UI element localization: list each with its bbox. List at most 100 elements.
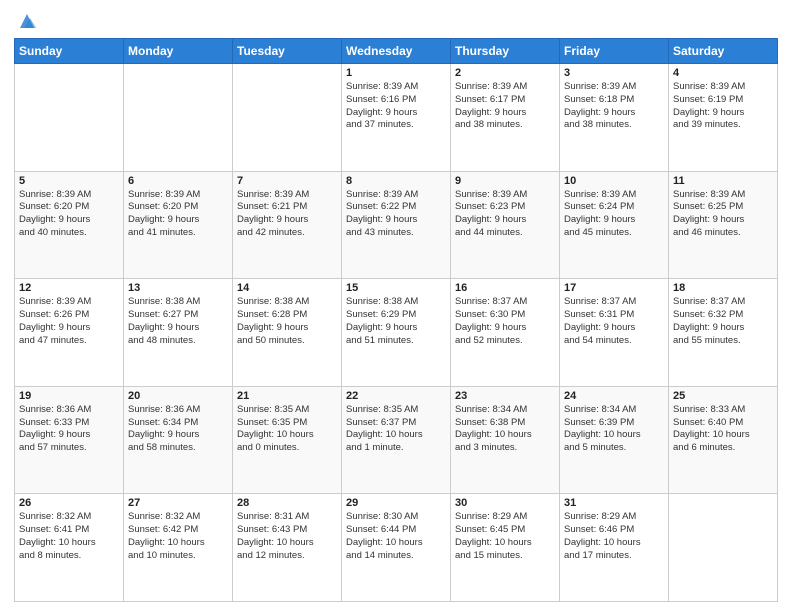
weekday-header-monday: Monday bbox=[124, 39, 233, 64]
day-info: Sunrise: 8:39 AM Sunset: 6:21 PM Dayligh… bbox=[237, 189, 337, 240]
weekday-header-saturday: Saturday bbox=[669, 39, 778, 64]
day-info: Sunrise: 8:39 AM Sunset: 6:22 PM Dayligh… bbox=[346, 189, 446, 240]
calendar-cell bbox=[124, 64, 233, 172]
calendar-cell: 12Sunrise: 8:39 AM Sunset: 6:26 PM Dayli… bbox=[15, 279, 124, 387]
weekday-header-wednesday: Wednesday bbox=[342, 39, 451, 64]
day-info: Sunrise: 8:35 AM Sunset: 6:35 PM Dayligh… bbox=[237, 404, 337, 455]
day-number: 26 bbox=[19, 497, 119, 509]
day-info: Sunrise: 8:29 AM Sunset: 6:45 PM Dayligh… bbox=[455, 511, 555, 562]
day-number: 10 bbox=[564, 175, 664, 187]
day-info: Sunrise: 8:39 AM Sunset: 6:26 PM Dayligh… bbox=[19, 296, 119, 347]
calendar-cell: 13 Sunrise: 8:38 AM Sunset: 6:27 PM Dayli… bbox=[124, 279, 233, 387]
day-number: 20 bbox=[128, 390, 228, 402]
calendar-cell: 31Sunrise: 8:29 AM Sunset: 6:46 PM Dayli… bbox=[560, 494, 669, 602]
calendar-cell bbox=[233, 64, 342, 172]
week-row-0: 1 Sunrise: 8:39 AM Sunset: 6:16 PM Daylig… bbox=[15, 64, 778, 172]
day-number: 4 bbox=[673, 67, 773, 79]
day-info: Sunrise: 8:39 AM Sunset: 6:24 PM Dayligh… bbox=[564, 189, 664, 240]
calendar-cell: 18 Sunrise: 8:37 AM Sunset: 6:32 PM Dayli… bbox=[669, 279, 778, 387]
day-info: Sunrise: 8:30 AM Sunset: 6:44 PM Dayligh… bbox=[346, 511, 446, 562]
calendar-cell: 24 Sunrise: 8:34 AM Sunset: 6:39 PM Dayli… bbox=[560, 386, 669, 494]
week-row-3: 19 Sunrise: 8:36 AM Sunset: 6:33 PM Dayli… bbox=[15, 386, 778, 494]
logo-icon bbox=[16, 10, 38, 32]
day-info: Sunrise: 8:31 AM Sunset: 6:43 PM Dayligh… bbox=[237, 511, 337, 562]
day-info: Sunrise: 8:39 AM Sunset: 6:16 PM Dayligh… bbox=[346, 81, 446, 132]
day-info: Sunrise: 8:37 AM Sunset: 6:32 PM Dayligh… bbox=[673, 296, 773, 347]
day-info: Sunrise: 8:39 AM Sunset: 6:19 PM Dayligh… bbox=[673, 81, 773, 132]
day-number: 25 bbox=[673, 390, 773, 402]
calendar-cell: 21 Sunrise: 8:35 AM Sunset: 6:35 PM Dayli… bbox=[233, 386, 342, 494]
day-number: 24 bbox=[564, 390, 664, 402]
calendar-cell: 2 Sunrise: 8:39 AM Sunset: 6:17 PM Daylig… bbox=[451, 64, 560, 172]
day-info: Sunrise: 8:39 AM Sunset: 6:25 PM Dayligh… bbox=[673, 189, 773, 240]
calendar-cell: 1 Sunrise: 8:39 AM Sunset: 6:16 PM Daylig… bbox=[342, 64, 451, 172]
calendar-cell: 23Sunrise: 8:34 AM Sunset: 6:38 PM Dayli… bbox=[451, 386, 560, 494]
calendar-cell bbox=[669, 494, 778, 602]
day-info: Sunrise: 8:38 AM Sunset: 6:29 PM Dayligh… bbox=[346, 296, 446, 347]
day-number: 29 bbox=[346, 497, 446, 509]
day-number: 14 bbox=[237, 282, 337, 294]
calendar-cell: 9 Sunrise: 8:39 AM Sunset: 6:23 PM Daylig… bbox=[451, 171, 560, 279]
day-info: Sunrise: 8:36 AM Sunset: 6:34 PM Dayligh… bbox=[128, 404, 228, 455]
calendar-cell: 4 Sunrise: 8:39 AM Sunset: 6:19 PM Daylig… bbox=[669, 64, 778, 172]
day-number: 5 bbox=[19, 175, 119, 187]
day-number: 13 bbox=[128, 282, 228, 294]
weekday-header-row: SundayMondayTuesdayWednesdayThursdayFrid… bbox=[15, 39, 778, 64]
day-number: 17 bbox=[564, 282, 664, 294]
day-number: 11 bbox=[673, 175, 773, 187]
day-info: Sunrise: 8:38 AM Sunset: 6:28 PM Dayligh… bbox=[237, 296, 337, 347]
day-number: 1 bbox=[346, 67, 446, 79]
day-number: 30 bbox=[455, 497, 555, 509]
calendar-cell: 22 Sunrise: 8:35 AM Sunset: 6:37 PM Dayli… bbox=[342, 386, 451, 494]
calendar-cell: 7 Sunrise: 8:39 AM Sunset: 6:21 PM Daylig… bbox=[233, 171, 342, 279]
day-number: 16 bbox=[455, 282, 555, 294]
calendar-table: SundayMondayTuesdayWednesdayThursdayFrid… bbox=[14, 38, 778, 602]
day-info: Sunrise: 8:32 AM Sunset: 6:42 PM Dayligh… bbox=[128, 511, 228, 562]
day-number: 6 bbox=[128, 175, 228, 187]
day-info: Sunrise: 8:34 AM Sunset: 6:39 PM Dayligh… bbox=[564, 404, 664, 455]
weekday-header-thursday: Thursday bbox=[451, 39, 560, 64]
day-info: Sunrise: 8:38 AM Sunset: 6:27 PM Dayligh… bbox=[128, 296, 228, 347]
weekday-header-tuesday: Tuesday bbox=[233, 39, 342, 64]
day-info: Sunrise: 8:39 AM Sunset: 6:17 PM Dayligh… bbox=[455, 81, 555, 132]
calendar-cell: 29 Sunrise: 8:30 AM Sunset: 6:44 PM Dayli… bbox=[342, 494, 451, 602]
calendar-cell: 14 Sunrise: 8:38 AM Sunset: 6:28 PM Dayli… bbox=[233, 279, 342, 387]
logo bbox=[14, 10, 38, 32]
day-number: 27 bbox=[128, 497, 228, 509]
day-number: 19 bbox=[19, 390, 119, 402]
day-number: 9 bbox=[455, 175, 555, 187]
day-info: Sunrise: 8:39 AM Sunset: 6:20 PM Dayligh… bbox=[19, 189, 119, 240]
calendar-cell: 27 Sunrise: 8:32 AM Sunset: 6:42 PM Dayli… bbox=[124, 494, 233, 602]
calendar-cell: 30 Sunrise: 8:29 AM Sunset: 6:45 PM Dayli… bbox=[451, 494, 560, 602]
day-info: Sunrise: 8:35 AM Sunset: 6:37 PM Dayligh… bbox=[346, 404, 446, 455]
day-number: 28 bbox=[237, 497, 337, 509]
week-row-4: 26 Sunrise: 8:32 AM Sunset: 6:41 PM Dayli… bbox=[15, 494, 778, 602]
day-number: 2 bbox=[455, 67, 555, 79]
day-number: 21 bbox=[237, 390, 337, 402]
day-number: 7 bbox=[237, 175, 337, 187]
calendar-cell: 25 Sunrise: 8:33 AM Sunset: 6:40 PM Dayli… bbox=[669, 386, 778, 494]
header bbox=[14, 10, 778, 32]
calendar-cell: 8Sunrise: 8:39 AM Sunset: 6:22 PM Daylig… bbox=[342, 171, 451, 279]
day-info: Sunrise: 8:39 AM Sunset: 6:23 PM Dayligh… bbox=[455, 189, 555, 240]
day-info: Sunrise: 8:37 AM Sunset: 6:31 PM Dayligh… bbox=[564, 296, 664, 347]
day-info: Sunrise: 8:39 AM Sunset: 6:18 PM Dayligh… bbox=[564, 81, 664, 132]
day-number: 23 bbox=[455, 390, 555, 402]
day-number: 3 bbox=[564, 67, 664, 79]
calendar-cell: 26 Sunrise: 8:32 AM Sunset: 6:41 PM Dayli… bbox=[15, 494, 124, 602]
day-info: Sunrise: 8:32 AM Sunset: 6:41 PM Dayligh… bbox=[19, 511, 119, 562]
day-number: 22 bbox=[346, 390, 446, 402]
calendar-cell bbox=[15, 64, 124, 172]
week-row-2: 12Sunrise: 8:39 AM Sunset: 6:26 PM Dayli… bbox=[15, 279, 778, 387]
calendar-cell: 3 Sunrise: 8:39 AM Sunset: 6:18 PM Daylig… bbox=[560, 64, 669, 172]
day-info: Sunrise: 8:37 AM Sunset: 6:30 PM Dayligh… bbox=[455, 296, 555, 347]
week-row-1: 5 Sunrise: 8:39 AM Sunset: 6:20 PM Daylig… bbox=[15, 171, 778, 279]
day-info: Sunrise: 8:36 AM Sunset: 6:33 PM Dayligh… bbox=[19, 404, 119, 455]
calendar-cell: 6 Sunrise: 8:39 AM Sunset: 6:20 PM Daylig… bbox=[124, 171, 233, 279]
calendar-cell: 5 Sunrise: 8:39 AM Sunset: 6:20 PM Daylig… bbox=[15, 171, 124, 279]
day-number: 18 bbox=[673, 282, 773, 294]
day-info: Sunrise: 8:33 AM Sunset: 6:40 PM Dayligh… bbox=[673, 404, 773, 455]
calendar-cell: 19 Sunrise: 8:36 AM Sunset: 6:33 PM Dayli… bbox=[15, 386, 124, 494]
calendar-cell: 28 Sunrise: 8:31 AM Sunset: 6:43 PM Dayli… bbox=[233, 494, 342, 602]
day-info: Sunrise: 8:39 AM Sunset: 6:20 PM Dayligh… bbox=[128, 189, 228, 240]
